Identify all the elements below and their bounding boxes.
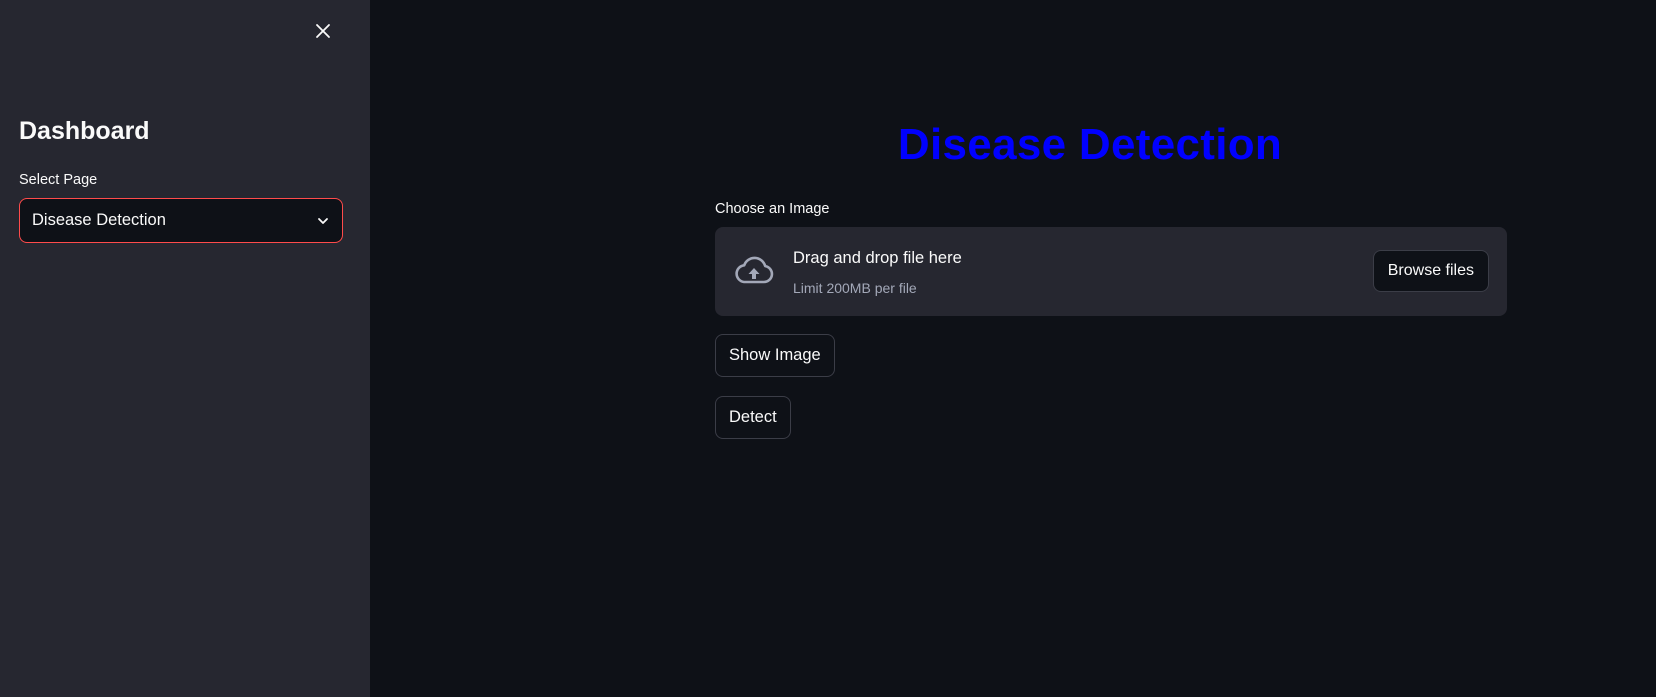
app-root: Dashboard Select Page Disease Detection … xyxy=(0,0,1656,697)
show-image-button[interactable]: Show Image xyxy=(715,334,835,377)
close-icon xyxy=(315,23,331,44)
detect-button[interactable]: Detect xyxy=(715,396,791,439)
select-page-value: Disease Detection xyxy=(32,211,166,229)
select-page-dropdown[interactable]: Disease Detection xyxy=(19,198,343,243)
page-title: Disease Detection xyxy=(897,120,1283,169)
browse-files-button[interactable]: Browse files xyxy=(1372,250,1489,292)
uploader-label: Choose an Image xyxy=(715,201,830,217)
chevron-down-icon xyxy=(316,214,330,228)
sidebar-title: Dashboard xyxy=(19,117,150,145)
file-dropzone[interactable]: Drag and drop file here Limit 200MB per … xyxy=(715,227,1507,316)
select-page-label: Select Page xyxy=(19,172,98,188)
dropzone-instruction: Drag and drop file here xyxy=(793,249,962,267)
sidebar: Dashboard Select Page Disease Detection xyxy=(0,0,370,697)
cloud-upload-icon xyxy=(733,253,775,289)
dropzone-limit: Limit 200MB per file xyxy=(793,280,917,296)
main-content: Disease Detection Choose an Image Drag a… xyxy=(370,0,1656,697)
close-sidebar-button[interactable] xyxy=(308,18,338,48)
